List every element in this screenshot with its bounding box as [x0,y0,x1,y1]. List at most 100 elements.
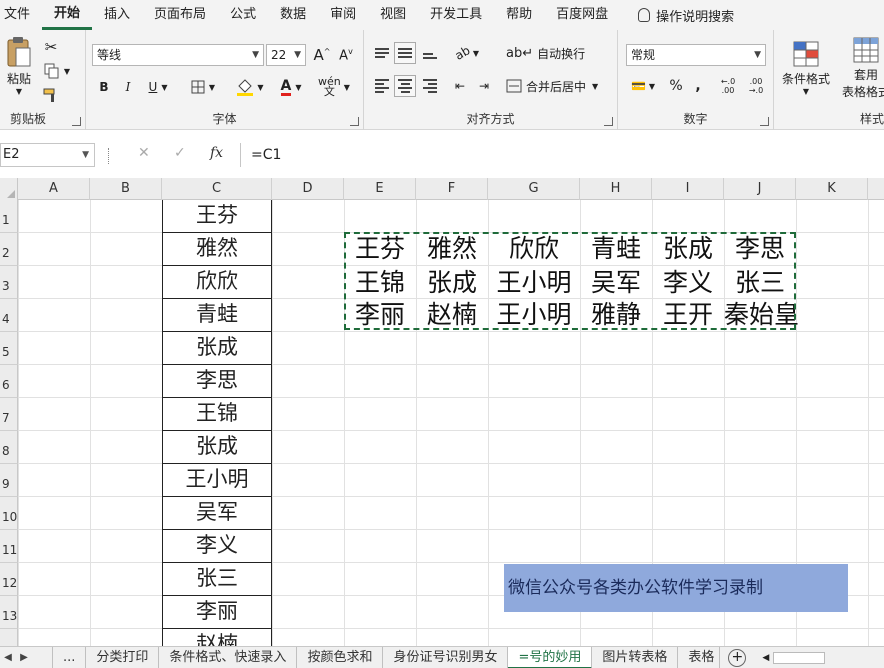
decrease-decimal-button[interactable]: .00 →.0 [744,75,768,97]
fill-color-button[interactable]: ▼ [232,76,268,98]
cell-c1[interactable]: 王芬 [162,200,272,233]
font-name-select[interactable]: 等线 ▼ [92,44,264,66]
tab-developer[interactable]: 开发工具 [418,0,494,30]
align-left-button[interactable] [372,75,392,97]
matrix-cell[interactable]: 王芬 [344,232,416,266]
worksheet-grid[interactable]: ABCDEFGHIJK 1 2 3 4 5 6 7 8 9 10 11 12 13 王芬 雅然 欣欣 青蛙 张成… [0,178,884,646]
accounting-format-button[interactable]: 💳 ▼ [626,75,660,97]
matrix-cell[interactable]: 张成 [652,232,724,266]
format-painter-button[interactable] [40,84,62,106]
column-header-d[interactable]: D [272,178,344,200]
scroll-left-icon[interactable]: ◀ [762,653,769,663]
matrix-cell[interactable]: 雅静 [580,298,652,332]
column-header-b[interactable]: B [90,178,162,200]
matrix-cell[interactable]: 张三 [724,266,796,300]
matrix-cell[interactable]: 张成 [416,266,488,300]
conditional-format-button[interactable]: 条件格式 ▼ [778,36,834,100]
cell-c8[interactable]: 张成 [162,431,272,464]
decrease-indent-button[interactable]: ⇤ [450,75,470,97]
row-header[interactable]: 12 [0,563,18,596]
tab-help[interactable]: 帮助 [494,0,544,30]
row-header[interactable]: 10 [0,497,18,530]
cell-c4[interactable]: 青蛙 [162,299,272,332]
sheet-tab-classified-print[interactable]: 分类打印 [86,646,160,668]
matrix-cell[interactable]: 李义 [652,266,724,300]
row-header[interactable] [0,629,18,646]
row-header[interactable]: 3 [0,266,18,299]
row-header[interactable]: 11 [0,530,18,563]
formula-input[interactable]: =C1 [240,143,884,167]
confirm-formula-icon[interactable]: ✓ [174,145,186,161]
row-header[interactable]: 7 [0,398,18,431]
column-header-k[interactable]: K [796,178,868,200]
row-header[interactable]: 5 [0,332,18,365]
number-launcher-icon[interactable] [760,117,769,126]
cut-button[interactable]: ✂ [40,36,62,58]
cell-c6[interactable]: 李思 [162,365,272,398]
column-header-i[interactable]: I [652,178,724,200]
matrix-cell[interactable]: 李丽 [344,298,416,332]
increase-decimal-button[interactable]: ←.0 .00 [716,75,740,97]
underline-button[interactable]: U ▼ [142,76,174,98]
align-middle-button[interactable] [394,42,416,64]
select-all-corner[interactable] [0,178,18,200]
align-top-button[interactable] [372,42,392,64]
column-header-g[interactable]: G [488,178,580,200]
paste-button[interactable]: 粘贴 ▼ [4,36,34,96]
column-header-c[interactable]: C [162,178,272,200]
matrix-cell[interactable]: 秦始皇 [724,298,799,332]
align-bottom-button[interactable] [420,42,440,64]
sheet-tab-image-to-table[interactable]: 图片转表格 [592,646,679,668]
borders-button[interactable]: ▼ [186,76,220,98]
row-header[interactable]: 13 [0,596,18,629]
cell-c10[interactable]: 吴军 [162,497,272,530]
row-header[interactable]: 6 [0,365,18,398]
tab-page-layout[interactable]: 页面布局 [142,0,218,30]
matrix-cell[interactable]: 吴军 [580,266,652,300]
row-header[interactable]: 2 [0,233,18,266]
matrix-cell[interactable]: 王小明 [488,266,580,300]
insert-function-button[interactable]: fx [210,145,223,161]
cancel-formula-icon[interactable]: ✕ [138,145,150,161]
sheet-tab-equals-sign[interactable]: =号的妙用 [508,646,593,668]
tab-home[interactable]: 开始 [42,0,93,30]
row-header[interactable]: 9 [0,464,18,497]
format-as-table-button[interactable]: 套用 表格格式 [836,36,884,100]
increase-indent-button[interactable]: ⇥ [474,75,494,97]
cell-c13[interactable]: 李丽 [162,596,272,629]
horizontal-scrollbar[interactable]: ◀ [762,651,826,664]
row-header[interactable]: 8 [0,431,18,464]
row-header[interactable]: 1 [0,200,18,233]
name-box[interactable]: E2 ▼ [0,143,95,167]
matrix-cell[interactable]: 青蛙 [580,232,652,266]
cell-c2[interactable]: 雅然 [162,233,272,266]
italic-button[interactable]: I [118,76,138,98]
sheet-tab-id-gender[interactable]: 身份证号识别男女 [383,646,509,668]
font-launcher-icon[interactable] [350,117,359,126]
cell-c3[interactable]: 欣欣 [162,266,272,299]
cell-c12[interactable]: 张三 [162,563,272,596]
tab-view[interactable]: 视图 [368,0,418,30]
matrix-cell[interactable]: 王开 [652,298,724,332]
comma-button[interactable]: , [690,75,706,97]
row-header[interactable]: 4 [0,299,18,332]
scroll-track[interactable] [773,651,826,664]
font-color-button[interactable]: A ▼ [274,76,308,98]
sheet-tab-table[interactable]: 表格 [678,646,721,668]
cell-c5[interactable]: 张成 [162,332,272,365]
align-right-button[interactable] [420,75,440,97]
align-center-button[interactable] [394,75,416,97]
matrix-cell[interactable]: 欣欣 [488,232,580,266]
matrix-cell[interactable]: 李思 [724,232,796,266]
bold-button[interactable]: B [94,76,114,98]
percent-button[interactable]: % [666,75,686,97]
cell-c9[interactable]: 王小明 [162,464,272,497]
tab-file[interactable]: 文件 [0,0,42,30]
font-size-select[interactable]: 22 ▼ [266,44,306,66]
merge-center-button[interactable]: 合并后居中 ▼ [506,75,610,97]
matrix-cell[interactable]: 赵楠 [416,298,488,332]
sheet-tab-sum-by-color[interactable]: 按颜色求和 [297,646,384,668]
cell-c7[interactable]: 王锦 [162,398,272,431]
tell-me-search[interactable]: 操作说明搜索 [620,6,734,25]
tab-data[interactable]: 数据 [268,0,318,30]
